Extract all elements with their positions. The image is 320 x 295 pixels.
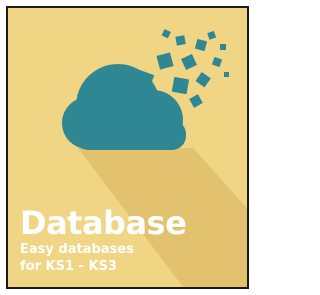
database-tile[interactable]: Database Easy databases for KS1 - KS3 bbox=[6, 6, 249, 289]
tile-subtitle: Easy databases for KS1 - KS3 bbox=[20, 241, 134, 275]
tile-subtitle-line2: for KS1 - KS3 bbox=[20, 259, 117, 274]
tile-title: Database bbox=[20, 204, 187, 242]
tile-subtitle-line1: Easy databases bbox=[20, 242, 134, 257]
